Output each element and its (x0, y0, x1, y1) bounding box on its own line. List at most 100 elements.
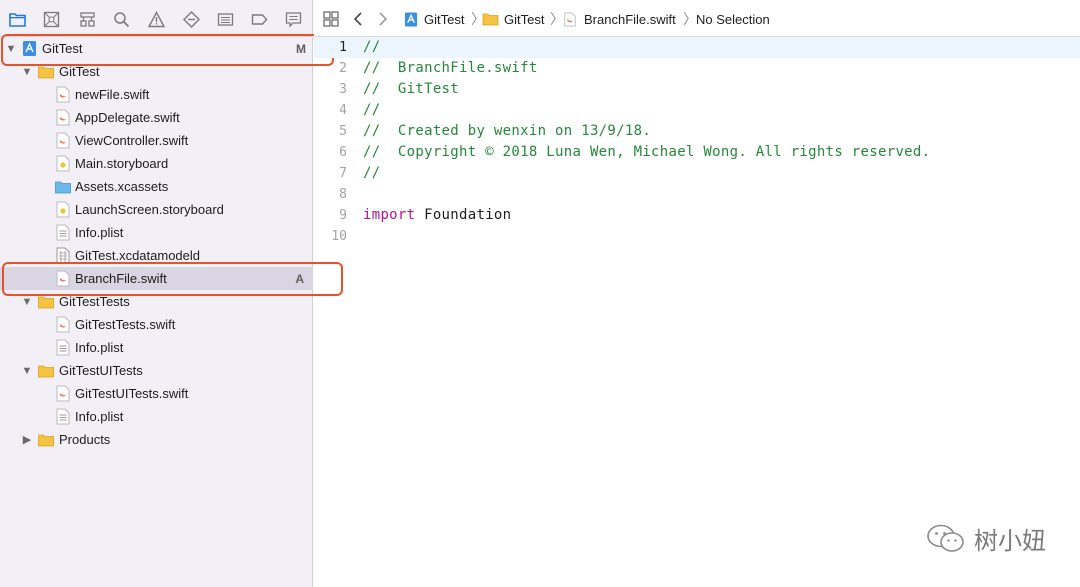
symbol-icon[interactable] (76, 9, 98, 29)
code-line: // (363, 165, 381, 181)
search-icon[interactable] (110, 9, 132, 29)
code-line: // BranchFile.swift (363, 60, 538, 76)
report-icon[interactable] (282, 9, 304, 29)
tree-row-file[interactable]: newFile.swift (0, 83, 313, 106)
source-control-icon[interactable] (40, 9, 62, 29)
jumpbar-project-label: GitTest (424, 11, 465, 27)
plist-file-icon (56, 408, 70, 425)
source-editor[interactable]: 1 2 3 4 5 6 7 8 9 10 // // BranchFile.sw… (314, 37, 1080, 587)
line-number: 7 (339, 166, 347, 181)
disclosure-closed-icon[interactable]: ▶ (21, 434, 33, 446)
highlight-box-branchfile (2, 262, 343, 296)
tree-row-label: GitTest.xcdatamodeld (75, 248, 201, 263)
tree-row-folder-gittestuitests[interactable]: ▼ GitTestUITests (0, 359, 313, 382)
back-chevron-icon[interactable] (353, 11, 363, 30)
line-number: 1 (339, 40, 347, 55)
tree-row-label: Assets.xcassets (75, 179, 169, 194)
navigator-toolbar (0, 0, 313, 37)
jumpbar-file-label: BranchFile.swift (584, 11, 676, 27)
swift-file-icon (56, 316, 70, 333)
breakpoint-icon[interactable] (248, 9, 270, 29)
tree-row-label: GitTestTests (59, 294, 130, 309)
module-name: Foundation (415, 207, 512, 223)
tree-row-label: GitTestUITests.swift (75, 386, 189, 401)
line-number: 9 (339, 208, 347, 223)
line-number: 6 (339, 145, 347, 160)
debug-icon[interactable] (214, 9, 236, 29)
disclosure-open-icon[interactable]: ▼ (21, 296, 33, 308)
jump-bar: GitTest 〉 GitTest 〉 BranchFile.swift 〉 N… (314, 0, 1080, 37)
tree-row-label: Products (59, 432, 111, 447)
tree-row-file[interactable]: LaunchScreen.storyboard (0, 198, 313, 221)
code-line: // Created by wenxin on 13/9/18. (363, 123, 652, 139)
line-number: 2 (339, 61, 347, 76)
tree-row-file[interactable]: GitTestUITests.swift (0, 382, 313, 405)
plist-file-icon (56, 339, 70, 356)
code-line: // Copyright © 2018 Luna Wen, Michael Wo… (363, 144, 931, 160)
tree-row-file[interactable]: Info.plist (0, 221, 313, 244)
tree-row-file[interactable]: Main.storyboard (0, 152, 313, 175)
tree-row-file[interactable]: ViewController.swift (0, 129, 313, 152)
tree-row-label: Main.storyboard (75, 156, 169, 171)
tree-row-label: GitTest (59, 64, 100, 79)
tree-row-label: newFile.swift (75, 87, 150, 102)
jumpbar-group[interactable]: GitTest (482, 10, 544, 28)
path-separator-icon: 〉 (550, 11, 564, 27)
tree-row-folder-products[interactable]: ▶ Products (0, 428, 313, 451)
folder-icon (38, 434, 54, 447)
line-number: 5 (339, 124, 347, 139)
swift-file-icon (564, 12, 576, 26)
folder-icon (38, 365, 54, 378)
tree-row-file[interactable]: AppDelegate.swift (0, 106, 313, 129)
highlight-box-project (1, 34, 334, 66)
xcode-project-icon (404, 11, 418, 27)
folder-icon[interactable] (6, 9, 28, 29)
code-line: // GitTest (363, 81, 460, 97)
folder-icon (38, 66, 54, 79)
wechat-icon (927, 524, 964, 552)
code-line: // (363, 39, 381, 55)
storyboard-file-icon (56, 201, 70, 218)
jumpbar-file[interactable]: BranchFile.swift (563, 10, 676, 28)
swift-file-icon (56, 86, 70, 103)
jumpbar-group-label: GitTest (504, 11, 545, 27)
tree-row-file[interactable]: GitTestTests.swift (0, 313, 313, 336)
tree-row-file[interactable]: Info.plist (0, 405, 313, 428)
related-items-grid-icon[interactable] (323, 11, 339, 30)
forward-chevron-icon[interactable] (378, 11, 388, 30)
folder-icon (38, 296, 54, 309)
line-number: 4 (339, 103, 347, 118)
line-number: 3 (339, 82, 347, 97)
disclosure-open-icon[interactable]: ▼ (21, 66, 33, 78)
current-line-highlight (314, 37, 1080, 58)
code-line: // (363, 102, 381, 118)
tree-row-label: GitTestUITests (59, 363, 143, 378)
tree-row-label: LaunchScreen.storyboard (75, 202, 224, 217)
watermark: 树小妞 (926, 521, 1046, 556)
path-separator-icon: 〉 (683, 11, 697, 27)
watermark-text: 树小妞 (974, 527, 1046, 555)
tree-row-label: Info.plist (75, 409, 124, 424)
tree-row-label: Info.plist (75, 340, 124, 355)
swift-file-icon (56, 385, 70, 402)
code-line-import: import Foundation (363, 207, 511, 223)
assets-folder-icon (55, 181, 71, 194)
line-number: 8 (339, 187, 347, 202)
tree-row-file[interactable]: Assets.xcassets (0, 175, 313, 198)
keyword-import: import (363, 207, 416, 223)
tree-row-label: Info.plist (75, 225, 124, 240)
warning-icon[interactable] (145, 9, 167, 29)
test-diamond-icon[interactable] (180, 9, 202, 29)
swift-file-icon (56, 109, 70, 126)
tree-row-label: ViewController.swift (75, 133, 189, 148)
line-number: 10 (331, 229, 347, 244)
folder-icon (482, 13, 499, 25)
tree-row-file[interactable]: Info.plist (0, 336, 313, 359)
tree-row-label: AppDelegate.swift (75, 110, 180, 125)
disclosure-open-icon[interactable]: ▼ (21, 365, 33, 377)
jumpbar-project[interactable]: GitTest (404, 10, 464, 28)
swift-file-icon (56, 132, 70, 149)
plist-file-icon (56, 224, 70, 241)
jumpbar-selection[interactable]: No Selection (696, 10, 770, 28)
tree-row-label: GitTestTests.swift (75, 317, 176, 332)
